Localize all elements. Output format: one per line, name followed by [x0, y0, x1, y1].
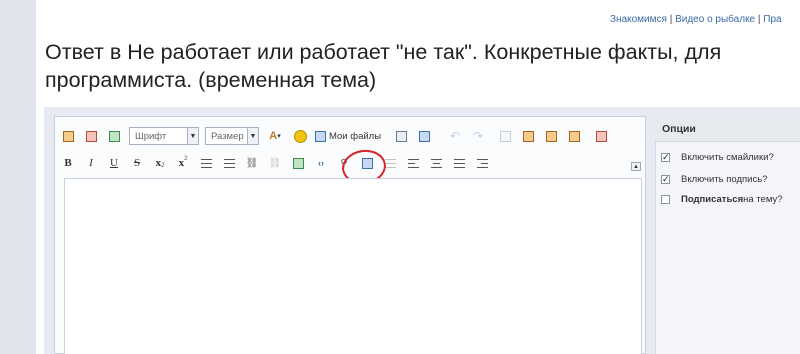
signature-label: Включить подпись?	[681, 174, 768, 185]
paste-icon[interactable]	[543, 128, 559, 144]
bulleted-list-icon[interactable]	[198, 155, 214, 171]
underline-button[interactable]: U	[106, 155, 122, 171]
size-select[interactable]: Размер ▼	[205, 127, 259, 145]
paste-text-icon[interactable]	[566, 128, 582, 144]
signature-checkbox[interactable]: ✓	[661, 175, 670, 184]
chevron-down-icon: ▼	[247, 128, 258, 144]
my-files-label: Мои файлы	[329, 130, 382, 142]
option-subscribe[interactable]: Подписаться на тему?	[661, 194, 783, 205]
align-right-icon[interactable]	[474, 155, 490, 171]
strikethrough-button[interactable]: S	[129, 155, 145, 171]
message-textarea[interactable]	[64, 178, 642, 354]
left-side-strip	[0, 0, 36, 354]
my-files-button[interactable]: Мои файлы	[315, 130, 382, 142]
files-icon	[315, 130, 326, 142]
align-left-icon[interactable]	[405, 155, 421, 171]
unlink-icon[interactable]: ⛓	[267, 155, 283, 171]
smiley-icon[interactable]	[292, 128, 308, 144]
cut-icon[interactable]	[497, 128, 513, 144]
numbered-list-icon[interactable]	[221, 155, 237, 171]
spellcheck-icon[interactable]	[593, 128, 609, 144]
option-enable-smilies[interactable]: ✓ Включить смайлики?	[661, 152, 774, 163]
page-title: Ответ в Не работает или работает "не так…	[45, 40, 722, 92]
redo-icon[interactable]: ↷	[470, 128, 486, 144]
table-icon[interactable]	[393, 128, 409, 144]
subscribe-label-rest: на тему?	[743, 194, 783, 205]
font-color-icon[interactable]: A ▾	[265, 128, 285, 144]
code-icon[interactable]: ‹›	[313, 155, 329, 171]
subscript-button[interactable]: x2	[152, 155, 168, 171]
font-select[interactable]: Шрифт ▼	[129, 127, 199, 145]
collapse-toolbar-icon[interactable]: ▲	[631, 162, 641, 171]
top-links: Знакомимся | Видео о рыбалке | Пра	[610, 14, 800, 25]
toolbar-row-1: Шрифт ▼ Размер ▼ A ▾ Мои файлы ↶ ↷	[60, 126, 616, 146]
link-video-fishing[interactable]: Видео о рыбалке	[675, 14, 755, 25]
link-separator: |	[666, 14, 676, 25]
subscribe-label-bold: Подписаться	[681, 194, 744, 205]
option-enable-signature[interactable]: ✓ Включить подпись?	[661, 174, 767, 185]
align-center-icon[interactable]	[428, 155, 444, 171]
size-select-value: Размер	[211, 130, 244, 142]
wysiwyg-toggle-icon[interactable]	[106, 128, 122, 144]
smilies-checkbox[interactable]: ✓	[661, 153, 670, 162]
insert-link-icon[interactable]: ⛓	[244, 155, 260, 171]
align-justify-icon[interactable]	[451, 155, 467, 171]
font-select-value: Шрифт	[135, 130, 167, 142]
options-header: Опции	[655, 116, 800, 142]
italic-button[interactable]: I	[83, 155, 99, 171]
link-truncated[interactable]: Пра	[763, 14, 781, 25]
insert-media-icon[interactable]	[416, 128, 432, 144]
bold-button[interactable]: B	[60, 155, 76, 171]
superscript-button[interactable]: x2	[175, 155, 191, 171]
remove-format-icon[interactable]	[83, 128, 99, 144]
link-znakomimsya[interactable]: Знакомимся	[610, 14, 667, 25]
insert-image-icon[interactable]	[290, 155, 306, 171]
copy-icon[interactable]	[520, 128, 536, 144]
source-mode-icon[interactable]	[60, 128, 76, 144]
chevron-down-icon: ▼	[187, 128, 198, 144]
subscribe-checkbox[interactable]	[661, 195, 670, 204]
toolbar-row-2: B I U S x2 x2 ⛓ ⛓ ‹› ⚲	[60, 153, 497, 173]
smilies-label: Включить смайлики?	[681, 152, 774, 163]
undo-icon[interactable]: ↶	[447, 128, 463, 144]
